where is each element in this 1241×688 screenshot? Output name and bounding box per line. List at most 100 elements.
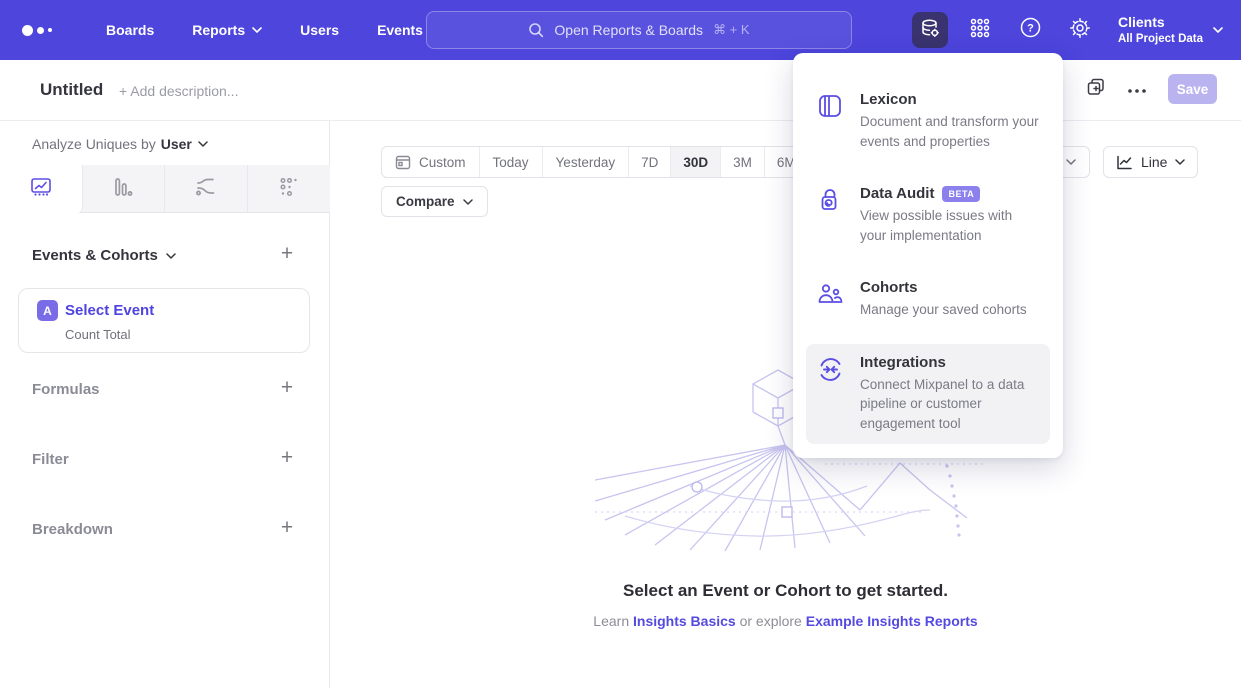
example-insights-reports-link[interactable]: Example Insights Reports: [806, 613, 978, 629]
lexicon-book-icon: [817, 91, 843, 151]
menu-item-title: Integrations: [860, 354, 946, 371]
menu-item-description: Manage your saved cohorts: [860, 300, 1039, 320]
add-formula-button[interactable]: +: [277, 379, 297, 399]
mixpanel-logo-icon[interactable]: [22, 25, 68, 36]
add-breakdown-button[interactable]: +: [277, 519, 297, 539]
search-icon: [528, 22, 544, 38]
project-scope: All Project Data: [1118, 32, 1203, 46]
nav-item-events[interactable]: Events: [377, 22, 423, 38]
date-range-7d[interactable]: 7D: [629, 147, 671, 177]
add-event-button[interactable]: +: [277, 245, 297, 265]
empty-state-heading: Select an Event or Cohort to get started…: [330, 581, 1241, 601]
menu-item-title: Data Audit: [860, 185, 934, 202]
data-management-button[interactable]: [912, 12, 948, 48]
menu-item-lexicon[interactable]: Lexicon Document and transform your even…: [806, 81, 1050, 161]
chevron-down-icon: [252, 27, 262, 33]
data-audit-icon: [817, 185, 843, 245]
analyze-value-dropdown[interactable]: User: [161, 136, 208, 152]
svg-text:?: ?: [1027, 23, 1034, 35]
date-range-yesterday[interactable]: Yesterday: [543, 147, 630, 177]
nav-item-boards[interactable]: Boards: [106, 22, 154, 38]
menu-item-title: Cohorts: [860, 279, 918, 296]
chevron-down-icon: [1175, 159, 1185, 165]
menu-item-data-audit[interactable]: Data Audit BETA View possible issues wit…: [806, 175, 1050, 255]
add-filter-button[interactable]: +: [277, 449, 297, 469]
data-management-dropdown: Lexicon Document and transform your even…: [793, 53, 1063, 458]
search-shortcut: ⌘ + K: [713, 22, 750, 38]
integrations-swap-icon: [817, 354, 843, 434]
menu-item-description: Document and transform your events and p…: [860, 112, 1039, 151]
project-switcher[interactable]: Clients All Project Data: [1118, 14, 1223, 46]
chevron-down-icon: [463, 199, 473, 205]
menu-item-description: View possible issues with your implement…: [860, 206, 1039, 245]
settings-button[interactable]: [1062, 12, 1098, 48]
apps-grid-icon: [969, 17, 991, 44]
tab-grid[interactable]: [248, 165, 331, 213]
chevron-down-icon: [166, 253, 176, 259]
menu-item-description: Connect Mixpanel to a data pipeline or c…: [860, 375, 1039, 434]
line-chart-icon: [1116, 155, 1133, 170]
analyze-label: Analyze Uniques by: [32, 136, 156, 152]
project-name: Clients: [1118, 14, 1203, 32]
date-range-3m[interactable]: 3M: [721, 147, 765, 177]
menu-item-title: Lexicon: [860, 91, 917, 108]
nav-label: Boards: [106, 22, 154, 38]
tab-bar-chart[interactable]: [83, 165, 166, 213]
add-description-field[interactable]: + Add description...: [119, 83, 238, 99]
count-total-dropdown[interactable]: Count Total: [65, 327, 131, 342]
tab-insights-line[interactable]: [0, 165, 83, 214]
chart-type-dropdown[interactable]: Line: [1103, 146, 1198, 178]
menu-item-integrations[interactable]: Integrations Connect Mixpanel to a data …: [806, 344, 1050, 444]
cohorts-people-icon: [817, 279, 843, 320]
search-placeholder: Open Reports & Boards: [554, 22, 703, 38]
empty-state-middle: or explore: [736, 613, 806, 629]
global-search-input[interactable]: Open Reports & Boards ⌘ + K: [426, 11, 852, 49]
select-event-link[interactable]: Select Event: [65, 302, 154, 319]
chart-type-tabs: [0, 165, 330, 213]
chevron-down-icon: [198, 141, 208, 147]
tab-flows[interactable]: [165, 165, 248, 213]
query-builder-sidebar: Analyze Uniques by User Events & Cohorts…: [0, 121, 330, 688]
data-management-icon: [919, 17, 941, 44]
line-chart-tab-icon: [30, 176, 52, 203]
bar-chart-tab-icon: [112, 176, 134, 203]
chevron-down-icon: [1213, 27, 1223, 33]
events-cohorts-header[interactable]: Events & Cohorts: [32, 247, 176, 264]
date-range-today[interactable]: Today: [480, 147, 543, 177]
chevron-down-icon: [1066, 159, 1076, 165]
help-button[interactable]: ?: [1012, 12, 1048, 48]
more-options-button[interactable]: [1128, 80, 1146, 98]
apps-grid-button[interactable]: [962, 12, 998, 48]
event-letter-badge: A: [37, 300, 58, 321]
nav-item-reports[interactable]: Reports: [192, 22, 262, 38]
duplicate-icon: [1086, 77, 1106, 102]
nav-label: Reports: [192, 22, 245, 38]
events-cohorts-label: Events & Cohorts: [32, 247, 158, 264]
save-button[interactable]: Save: [1168, 74, 1217, 104]
grid-tab-icon: [278, 176, 300, 203]
analyze-value: User: [161, 136, 192, 152]
flows-tab-icon: [194, 176, 218, 203]
date-range-custom[interactable]: Custom: [382, 147, 480, 177]
help-icon: ?: [1019, 16, 1042, 44]
analyze-uniques-row: Analyze Uniques by User: [32, 136, 208, 152]
beta-badge: BETA: [942, 186, 980, 202]
menu-item-cohorts[interactable]: Cohorts Manage your saved cohorts: [806, 269, 1050, 330]
empty-state-prefix: Learn: [593, 613, 633, 629]
calendar-icon: [395, 154, 411, 170]
nav-label: Users: [300, 22, 339, 38]
ellipsis-icon: [1128, 80, 1146, 98]
settings-gear-icon: [1069, 17, 1091, 44]
date-range-30d[interactable]: 30D: [671, 147, 721, 177]
duplicate-report-button[interactable]: [1086, 77, 1106, 102]
report-title[interactable]: Untitled: [40, 80, 103, 100]
nav-label: Events: [377, 22, 423, 38]
breakdown-header: Breakdown: [32, 521, 113, 538]
insights-basics-link[interactable]: Insights Basics: [633, 613, 736, 629]
compare-dropdown[interactable]: Compare: [381, 186, 488, 217]
formulas-header: Formulas: [32, 381, 100, 398]
chart-type-label: Line: [1141, 154, 1167, 170]
event-card[interactable]: A Select Event Count Total: [18, 288, 310, 353]
nav-item-users[interactable]: Users: [300, 22, 339, 38]
filter-header: Filter: [32, 451, 69, 468]
